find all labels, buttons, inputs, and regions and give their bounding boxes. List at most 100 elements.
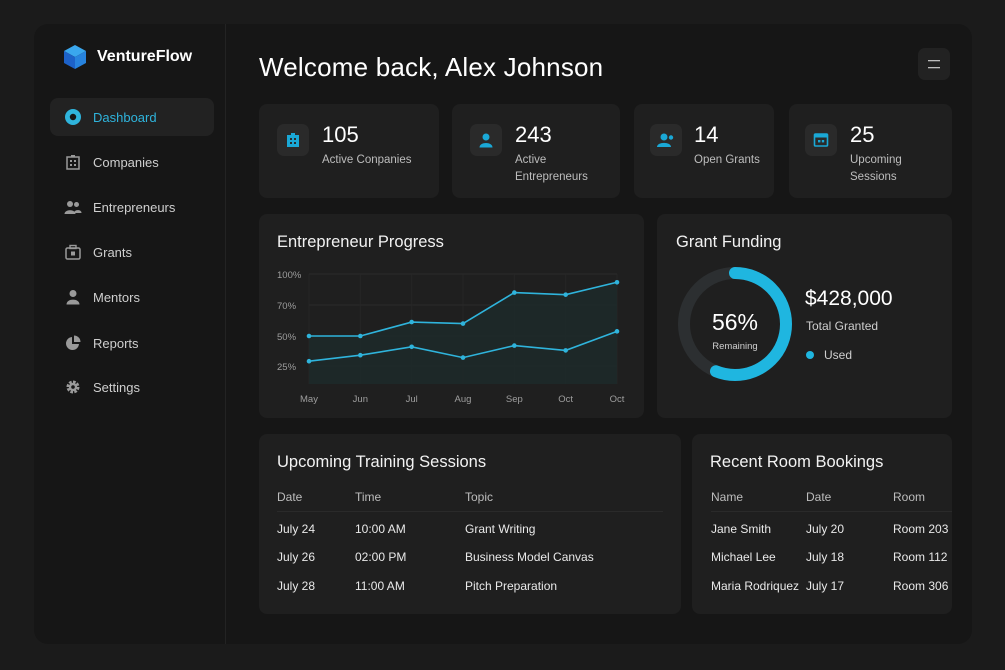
x-tick-label: Aug [455,394,472,405]
booking-date: July 18 [806,550,845,564]
column-header[interactable]: Name [711,490,743,504]
booking-date: July 20 [806,522,845,536]
session-topic: Pitch Preparation [465,579,558,593]
pie-chart-icon [64,334,82,352]
data-point [409,319,414,325]
sidebar-item-label: Companies [93,154,159,170]
brand[interactable]: VentureFlow [62,44,192,70]
funding-title: Grant Funding [676,233,782,251]
sidebar-item-companies[interactable]: Companies [50,143,214,181]
session-time: 02:00 PM [355,550,407,564]
stat-value: 105 [322,122,359,147]
sidebar-item-grants[interactable]: Grants [50,233,214,271]
building-icon [64,153,82,171]
sidebar-item-settings[interactable]: Settings [50,368,214,406]
data-point [306,333,312,339]
booking-name: Maria Rodriquez [711,579,800,593]
x-tick-label: Oct [610,394,625,405]
calendar-icon [805,124,837,156]
users-icon [650,124,682,156]
data-point [460,355,466,360]
data-point [409,344,414,350]
stat-label: Active Conpanies [322,154,412,166]
session-topic: Business Model Canvas [465,550,594,564]
logo-icon [64,45,86,69]
funding-amount-caption: Total Granted [806,319,879,333]
stat-value: 25 [850,122,875,147]
user-icon [470,124,502,156]
stat-card-sessions[interactable]: 25 Upcoming Sessions [789,104,952,198]
y-tick-label: 50% [277,332,297,343]
sidebar-item-label: Entrepreneurs [93,199,176,215]
data-point [512,343,517,348]
sidebar-item-mentors[interactable]: Mentors [50,278,214,316]
data-point [563,348,568,353]
sidebar-item-label: Mentors [93,289,140,305]
sidebar-item-label: Settings [93,379,140,395]
data-point [563,292,568,297]
stat-card-companies[interactable]: 105 Active Conpanies [259,104,439,198]
page-title: Welcome back, Alex Johnson [259,52,604,82]
legend-label: Used [824,348,853,362]
y-tick-label: 100% [277,270,302,281]
room-bookings-card: Recent Room Bookings Name Date Room Jane… [692,434,952,614]
sidebar-item-entrepreneurs[interactable]: Entrepreneurs [50,188,214,226]
session-date: July 26 [277,550,316,564]
header-divider [711,511,952,512]
dashboard-icon [64,108,82,126]
stat-card-entrepreneurs[interactable]: 243 Active Entrepreneurs [452,104,620,198]
briefcase-icon [64,243,82,261]
brand-name: VentureFlow [97,48,193,65]
booking-name: Michael Lee [711,550,776,564]
training-sessions-card: Upcoming Training Sessions Date Time Top… [259,434,681,614]
stat-label: Open Grants [694,154,760,166]
building-icon [277,124,309,156]
funding-amount: $428,000 [805,287,893,310]
y-tick-label: 70% [277,301,297,312]
bookings-title: Recent Room Bookings [710,453,884,471]
x-tick-label: Sep [506,394,523,405]
column-header[interactable]: Topic [465,490,493,504]
booking-room: Room 203 [893,522,949,536]
main-content: Welcome back, Alex Johnson 105 Active Co… [226,24,972,644]
menu-icon [928,60,940,69]
user-icon [64,288,82,306]
legend-dot [806,351,814,359]
stat-label: Active Entrepreneurs [515,154,588,183]
column-header[interactable]: Date [806,490,831,504]
booking-name: Jane Smith [711,522,772,536]
x-tick-label: May [300,394,318,405]
gear-icon [64,378,82,396]
booking-date: July 17 [806,579,845,593]
stat-value: 14 [694,122,719,147]
data-point [306,358,312,364]
data-point [358,352,363,358]
sidebar-item-reports[interactable]: Reports [50,324,214,362]
sidebar: VentureFlow Dashboard Companies Entrepre… [34,24,226,644]
stat-label: Upcoming Sessions [850,154,902,183]
column-header[interactable]: Date [277,490,302,504]
y-tick-label: 25% [277,362,297,373]
x-tick-label: Oct [558,394,573,405]
menu-button[interactable] [918,48,950,80]
sidebar-item-label: Reports [93,335,139,351]
column-header[interactable]: Time [355,490,381,504]
session-time: 10:00 AM [355,522,406,536]
booking-room: Room 112 [893,550,948,564]
data-point [460,321,466,326]
data-point [614,329,620,334]
x-tick-label: Jul [406,394,418,405]
grant-funding-card: Grant Funding 56% Remaining $428,000 Tot… [657,214,952,418]
progress-chart: 100% 70% 50% 25% May Jun Jul Aug Sep Oct Oct [277,270,625,405]
data-point [512,290,517,295]
sidebar-item-label: Grants [93,244,133,260]
stat-card-grants[interactable]: 14 Open Grants [634,104,774,198]
booking-room: Room 306 [893,579,949,593]
session-date: July 28 [277,579,316,593]
donut-caption: Remaining [712,341,758,352]
data-point [614,279,620,285]
donut-percent: 56% [711,309,759,335]
sidebar-item-dashboard[interactable]: Dashboard [50,98,214,136]
stat-value: 243 [515,122,552,147]
column-header[interactable]: Room [893,490,925,504]
